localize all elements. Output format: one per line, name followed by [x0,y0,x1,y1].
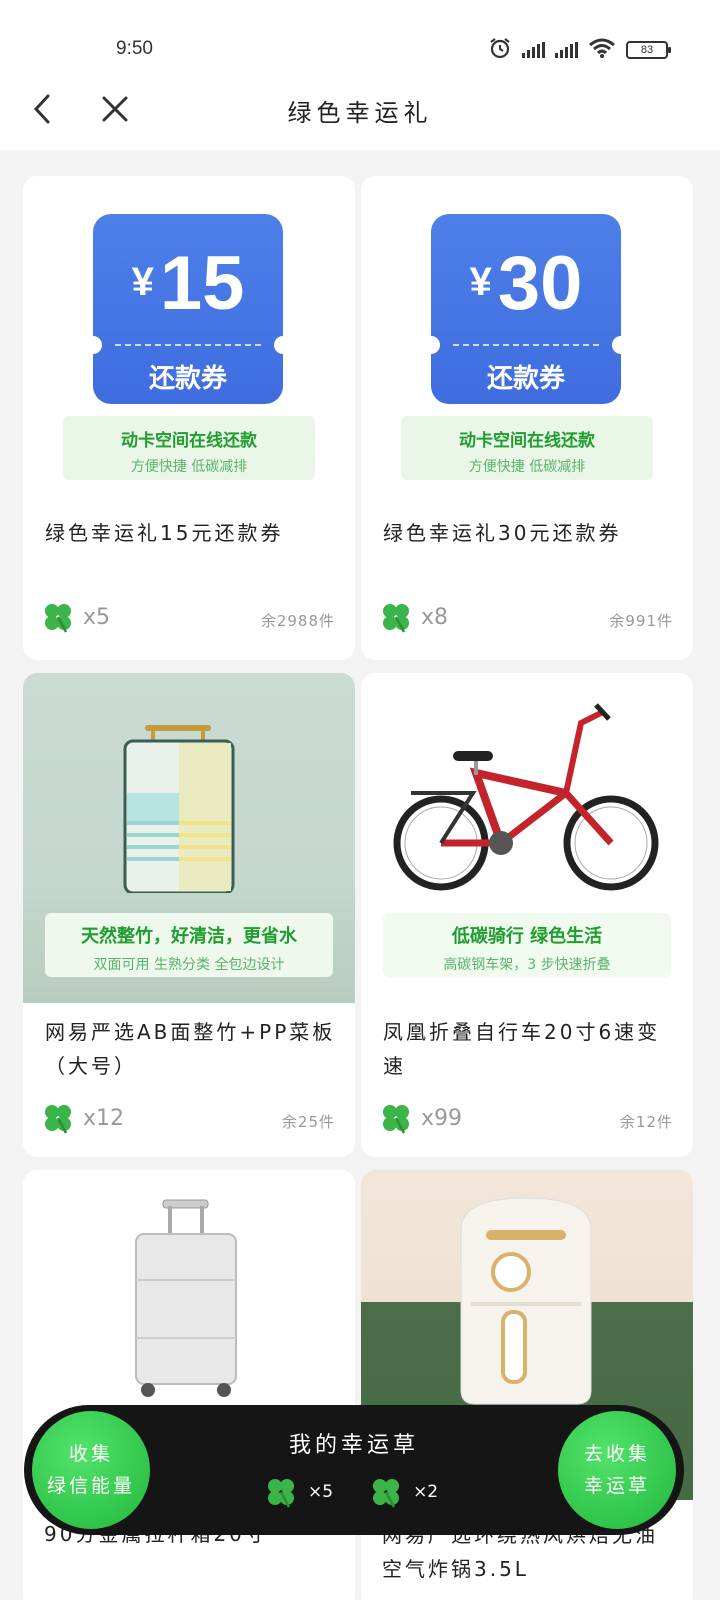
gift-cost: x5 [41,600,110,634]
promo-banner: 天然整竹，好清洁，更省水 双面可用 生熟分类 全包边设计 [45,913,333,977]
signal-hd-icon-1 [522,42,545,58]
clover-count-1: ×5 [264,1475,333,1509]
nav-header: 绿色幸运礼 [0,80,720,150]
gift-card-30-coupon[interactable]: ¥30 还款券 动卡空间在线还款 方便快捷 低碳减排 绿色幸运礼30元还款券 x… [361,176,693,660]
coupon-image: ¥30 还款券 动卡空间在线还款 方便快捷 低碳减排 [361,176,693,506]
promo-banner: 动卡空间在线还款 方便快捷 低碳减排 [401,416,653,480]
coupon-image: ¥15 还款券 动卡空间在线还款 方便快捷 低碳减排 [23,176,355,506]
gift-cost: x8 [379,600,448,634]
suitcase-graphic [135,1199,237,1397]
go-collect-clover-button[interactable]: 去收集 幸运草 [558,1411,676,1529]
gift-stock: 余2988件 [260,612,335,630]
clover-icon [45,604,71,633]
promo-banner: 低碳骑行 绿色生活 高碳钢车架，3 步快速折叠 [383,913,671,977]
coupon-graphic: ¥30 还款券 [422,214,630,404]
product-image: 天然整竹，好清洁，更省水 双面可用 生熟分类 全包边设计 [23,673,355,1003]
clover-icon [373,1479,400,1508]
clover-icon [268,1479,294,1508]
gift-cost: x99 [379,1101,462,1135]
gift-stock: 余12件 [619,1113,673,1131]
wifi-icon [588,37,616,63]
gift-name: 绿色幸运礼15元还款券 [45,521,284,545]
clover-count-2: ×2 [369,1475,438,1509]
alarm-icon [488,36,512,64]
signal-hd-icon-2 [555,42,578,58]
gift-stock: 余991件 [609,612,673,630]
gift-card-bicycle[interactable]: 低碳骑行 绿色生活 高碳钢车架，3 步快速折叠 凤凰折叠自行车20寸6速变速 x… [361,673,693,1157]
gift-name: 绿色幸运礼30元还款券 [383,521,622,545]
cutting-board-graphic [123,725,235,893]
coupon-graphic: ¥15 还款券 [84,214,292,404]
gift-stock: 余25件 [281,1113,335,1131]
status-time: 9:50 [116,38,153,59]
promo-banner: 动卡空间在线还款 方便快捷 低碳减排 [63,416,315,480]
gift-card-cutting-board[interactable]: 天然整竹，好清洁，更省水 双面可用 生熟分类 全包边设计 网易严选AB面整竹+P… [23,673,355,1157]
gift-name: 凤凰折叠自行车20寸6速变速 [383,1020,661,1078]
clover-icon [45,1105,71,1134]
gift-name: 网易严选AB面整竹+PP菜板（大号） [45,1020,336,1078]
product-image: 低碳骑行 绿色生活 高碳钢车架，3 步快速折叠 [361,673,693,1003]
gift-cost: x12 [41,1101,124,1135]
air-fryer-graphic [460,1197,592,1405]
status-bar: 9:50 83 [0,0,720,80]
lucky-clover-bar: 收集 绿信能量 我的幸运草 ×5 ×2 去收集 幸运草 [24,1405,684,1535]
clover-counts: ×5 ×2 [264,1475,438,1509]
page-title: 绿色幸运礼 [287,99,433,127]
bicycle-graphic [393,703,659,891]
gift-card-15-coupon[interactable]: ¥15 还款券 动卡空间在线还款 方便快捷 低碳减排 绿色幸运礼15元还款券 x… [23,176,355,660]
clover-icon [383,1105,409,1134]
status-icons: 83 [488,36,671,64]
clover-icon [383,604,409,633]
battery-icon: 83 [626,41,671,59]
